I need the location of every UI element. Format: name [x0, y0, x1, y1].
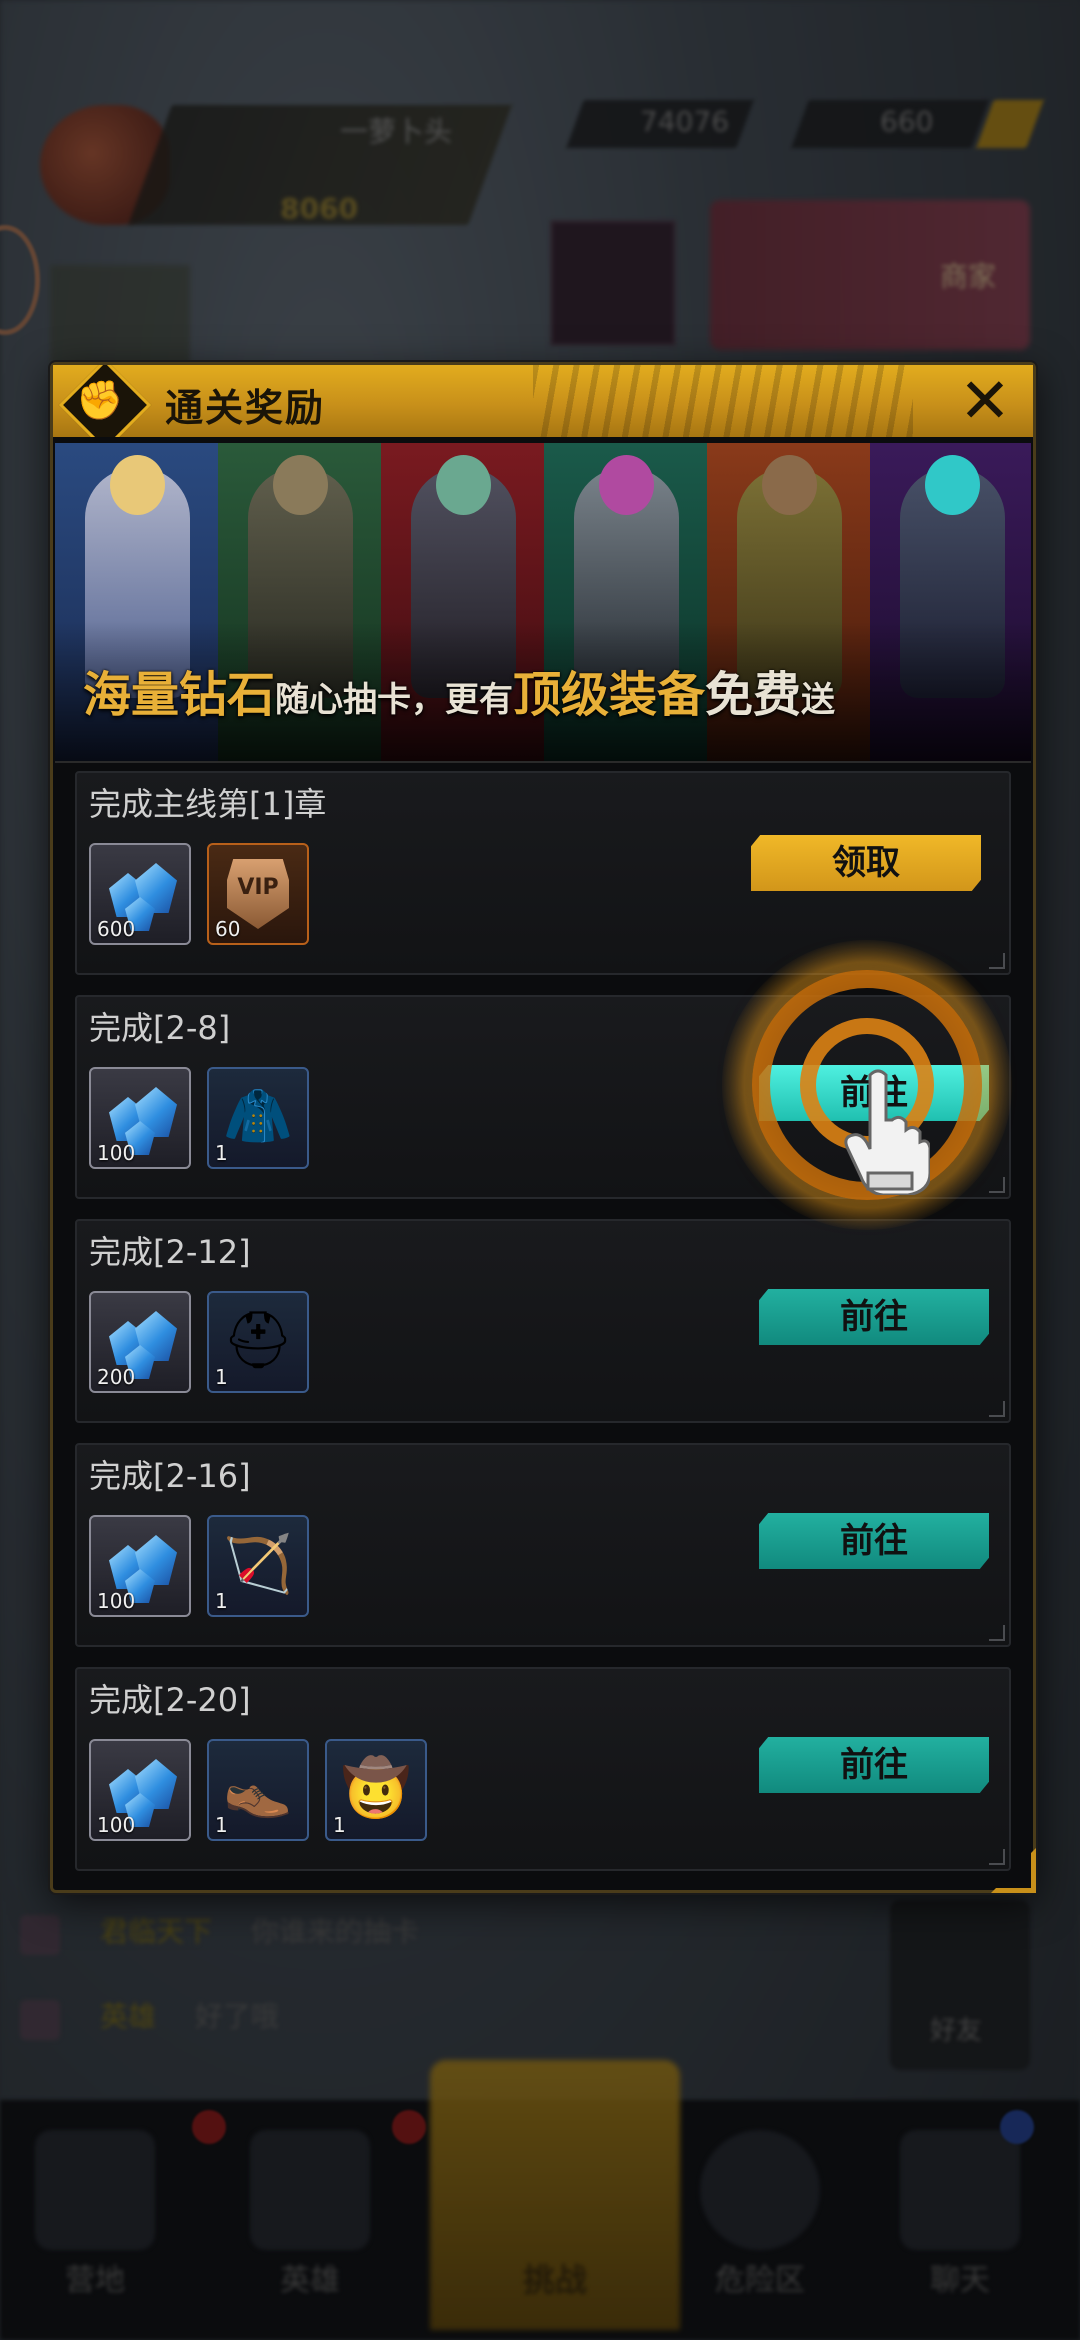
reward-items: 100 🧥 1: [89, 1067, 309, 1169]
vip-label: VIP: [237, 875, 279, 900]
slogan-highlight: 海量钻石: [83, 667, 276, 723]
reward-item[interactable]: 🤠 1: [325, 1739, 427, 1841]
reward-count: 100: [97, 1813, 136, 1837]
reward-count: 1: [215, 1813, 228, 1837]
slogan-text: 免费: [705, 667, 802, 723]
task-title: 完成[2-8]: [89, 1009, 231, 1047]
header-texture: [533, 365, 913, 437]
reward-item[interactable]: 👞 1: [207, 1739, 309, 1841]
reward-items: 100 👞 1 🤠 1: [89, 1739, 427, 1841]
slogan-text: 送: [801, 680, 836, 720]
reward-item[interactable]: ⛑ 1: [207, 1291, 309, 1393]
reward-count: 1: [215, 1365, 228, 1389]
reward-items: 600 VIP 60: [89, 843, 309, 945]
task-row: 完成[2-12] 200 ⛑ 1 前往: [75, 1219, 1011, 1423]
reward-item[interactable]: 100: [89, 1739, 191, 1841]
reward-count: 200: [97, 1365, 136, 1389]
task-title: 完成主线第[1]章: [89, 785, 327, 823]
fist-icon: ✊: [76, 378, 124, 422]
slogan-text: 随心抽卡，更有: [275, 680, 514, 720]
claim-button[interactable]: 领取: [751, 835, 981, 891]
reward-item[interactable]: 600: [89, 843, 191, 945]
banner-slogan: 海量钻石随心抽卡，更有顶级装备免费送: [83, 655, 1021, 725]
reward-item[interactable]: 200: [89, 1291, 191, 1393]
slogan-highlight: 顶级装备: [513, 667, 706, 723]
task-row: 完成[2-20] 100 👞 1 🤠 1 前往: [75, 1667, 1011, 1871]
reward-count: 1: [333, 1813, 346, 1837]
pointing-hand-icon: [844, 1069, 930, 1195]
promo-banner: 海量钻石随心抽卡，更有顶级装备免费送: [55, 443, 1031, 763]
dialog-header: ✊ 通关奖励 ✕: [53, 365, 1033, 437]
task-title: 完成[2-16]: [89, 1457, 251, 1495]
go-button[interactable]: 前往: [759, 1289, 989, 1345]
task-row: 完成[2-16] 100 🏹 1 前往: [75, 1443, 1011, 1647]
reward-item[interactable]: 🧥 1: [207, 1067, 309, 1169]
task-title: 完成[2-12]: [89, 1233, 251, 1271]
task-title: 完成[2-20]: [89, 1681, 251, 1719]
reward-item[interactable]: 100: [89, 1515, 191, 1617]
reward-count: 100: [97, 1141, 136, 1165]
reward-items: 200 ⛑ 1: [89, 1291, 309, 1393]
reward-count: 1: [215, 1589, 228, 1613]
go-button[interactable]: 前往: [759, 1737, 989, 1793]
reward-count: 100: [97, 1589, 136, 1613]
dialog-title: 通关奖励: [165, 386, 326, 430]
close-button[interactable]: ✕: [951, 367, 1019, 435]
reward-item[interactable]: 100: [89, 1067, 191, 1169]
reward-count: 60: [215, 917, 241, 941]
reward-count: 600: [97, 917, 136, 941]
reward-item[interactable]: 🏹 1: [207, 1515, 309, 1617]
go-button[interactable]: 前往: [759, 1513, 989, 1569]
reward-count: 1: [215, 1141, 228, 1165]
reward-item[interactable]: VIP 60: [207, 843, 309, 945]
reward-items: 100 🏹 1: [89, 1515, 309, 1617]
